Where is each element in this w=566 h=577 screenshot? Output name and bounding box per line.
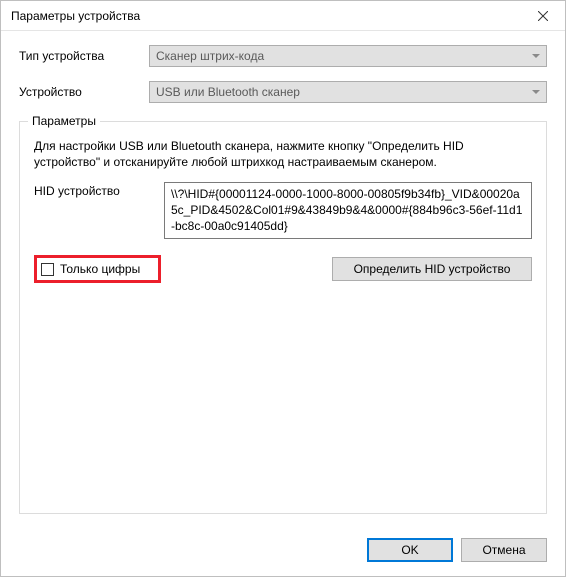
detect-hid-button-label: Определить HID устройство [354,262,511,276]
action-row: Только цифры Определить HID устройство [34,255,532,283]
detect-hid-button[interactable]: Определить HID устройство [332,257,532,281]
chevron-down-icon [532,90,540,94]
device-type-label: Тип устройства [19,49,149,63]
titlebar: Параметры устройства [1,1,565,31]
hid-device-value: \\?\HID#{00001124-0000-1000-8000-00805f9… [171,187,522,232]
hid-device-row: HID устройство \\?\HID#{00001124-0000-10… [34,182,532,239]
device-select[interactable]: USB или Bluetooth сканер [149,81,547,103]
instructions-text: Для настройки USB или Bluetouth сканера,… [34,138,532,170]
parameters-group-title: Параметры [28,114,100,128]
device-type-row: Тип устройства Сканер штрих-кода [19,45,547,67]
client-area: Тип устройства Сканер штрих-кода Устройс… [1,31,565,528]
hid-device-label: HID устройство [34,182,164,198]
cancel-button[interactable]: Отмена [461,538,547,562]
device-value: USB или Bluetooth сканер [156,85,300,99]
digits-only-checkbox[interactable] [41,263,54,276]
close-button[interactable] [520,1,565,30]
device-label: Устройство [19,85,149,99]
chevron-down-icon [532,54,540,58]
window-title: Параметры устройства [11,9,520,23]
device-row: Устройство USB или Bluetooth сканер [19,81,547,103]
device-type-value: Сканер штрих-кода [156,49,264,63]
digits-only-label: Только цифры [60,262,140,276]
parameters-group: Параметры Для настройки USB или Bluetout… [19,121,547,514]
ok-button-label: OK [401,543,418,557]
dialog-footer: OK Отмена [1,528,565,576]
ok-button[interactable]: OK [367,538,453,562]
digits-only-highlight: Только цифры [34,255,161,283]
cancel-button-label: Отмена [482,543,525,557]
dialog-window: Параметры устройства Тип устройства Скан… [0,0,566,577]
hid-device-field[interactable]: \\?\HID#{00001124-0000-1000-8000-00805f9… [164,182,532,239]
close-icon [538,11,548,21]
device-type-select[interactable]: Сканер штрих-кода [149,45,547,67]
